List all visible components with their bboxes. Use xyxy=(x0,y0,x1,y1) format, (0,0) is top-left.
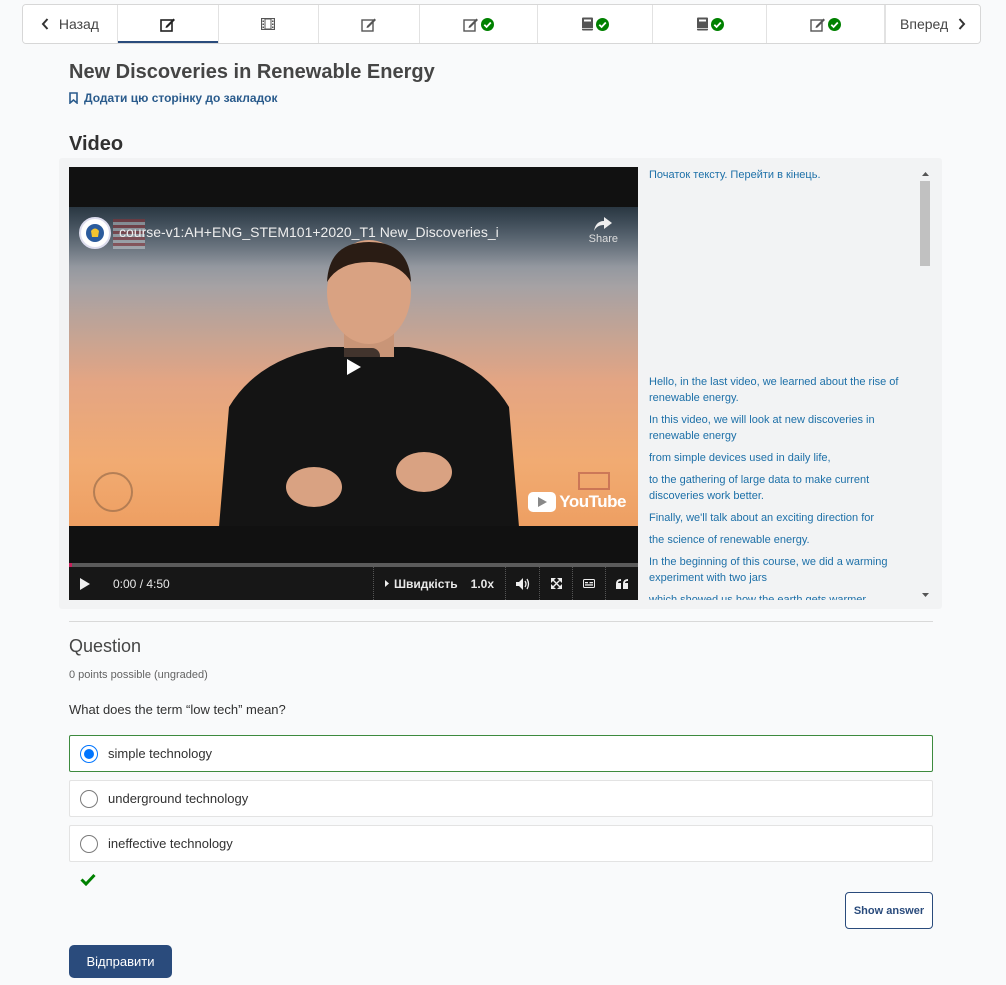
scrollbar-thumb[interactable] xyxy=(920,181,930,266)
scroll-up-arrow-icon[interactable] xyxy=(920,169,930,179)
speed-button[interactable]: Швидкість 1.0x xyxy=(373,567,505,600)
page-title: New Discoveries in Renewable Energy xyxy=(69,61,435,83)
speed-value: 1.0x xyxy=(470,576,495,591)
transcript-toggle-button[interactable] xyxy=(605,567,638,600)
choice-ineffective-technology[interactable]: ineffective technology xyxy=(69,825,933,862)
speed-label: Швидкість xyxy=(393,576,458,591)
sequence-nav: Назад Вперед xyxy=(22,4,981,44)
unit-tab-5[interactable] xyxy=(538,5,653,43)
video-player[interactable]: course-v1:AH+ENG_STEM101+2020_T1 New_Dis… xyxy=(69,167,638,600)
choice-label: ineffective technology xyxy=(108,836,233,851)
unit-tab-2[interactable] xyxy=(219,5,320,43)
check-circle-icon xyxy=(481,17,495,31)
caret-right-icon xyxy=(384,580,389,587)
question-title: Question xyxy=(69,636,142,656)
closed-captions-icon xyxy=(583,579,595,588)
transcript-line[interactable]: In the beginning of this course, we did … xyxy=(649,554,911,586)
edit-icon xyxy=(361,18,377,32)
bookmark-label: Додати цю сторінку до закладок xyxy=(84,91,278,105)
book-icon xyxy=(581,17,593,31)
radio-button[interactable] xyxy=(80,744,98,763)
choice-simple-technology[interactable]: simple technology xyxy=(69,735,933,772)
video-section-title: Video xyxy=(69,133,124,155)
transcript-line[interactable]: the science of renewable energy. xyxy=(649,532,911,548)
fullscreen-icon xyxy=(550,578,562,589)
transcript-skip-link[interactable]: Початок тексту. Перейти в кінець. xyxy=(649,167,821,183)
play-icon xyxy=(346,358,361,375)
edit-icon xyxy=(463,18,479,32)
choice-underground-technology[interactable]: underground technology xyxy=(69,780,933,817)
unit-tab-1[interactable] xyxy=(117,5,219,43)
unit-tab-4[interactable] xyxy=(420,5,538,43)
share-label: Share xyxy=(588,233,618,245)
transcript-scrollbar[interactable] xyxy=(916,167,930,600)
transcript-line[interactable]: from simple devices used in daily life, xyxy=(649,450,911,466)
question-prompt: What does the term “low tech” mean? xyxy=(69,702,286,717)
chevron-right-icon xyxy=(958,18,966,30)
quote-icon xyxy=(616,578,628,589)
transcript-line[interactable]: In this video, we will look at new disco… xyxy=(649,412,911,444)
transcript-lines: Hello, in the last video, we learned abo… xyxy=(649,374,911,600)
share-button[interactable]: Share xyxy=(589,217,618,245)
time-display: 0:00 / 4:50 xyxy=(113,576,170,591)
video-block: course-v1:AH+ENG_STEM101+2020_T1 New_Dis… xyxy=(59,158,942,609)
check-circle-icon xyxy=(710,17,724,31)
radio-button[interactable] xyxy=(80,834,98,853)
video-controls: 0:00 / 4:50 Швидкість 1.0x xyxy=(69,567,638,600)
edit-icon xyxy=(810,18,826,32)
previous-button[interactable]: Назад xyxy=(23,5,118,43)
choice-label: simple technology xyxy=(108,746,213,761)
volume-button[interactable] xyxy=(505,567,539,600)
next-button[interactable]: Вперед xyxy=(885,5,980,43)
previous-label: Назад xyxy=(58,16,99,32)
youtube-play-icon xyxy=(537,497,547,507)
bookmark-icon xyxy=(69,92,78,104)
show-answer-button[interactable]: Show answer xyxy=(845,892,933,929)
youtube-logo[interactable]: YouTube xyxy=(528,492,626,512)
next-label: Вперед xyxy=(900,16,949,32)
fullscreen-button[interactable] xyxy=(539,567,572,600)
unit-tab-3[interactable] xyxy=(319,5,421,43)
bookmark-button[interactable]: Додати цю сторінку до закладок xyxy=(69,91,278,105)
video-frame[interactable]: course-v1:AH+ENG_STEM101+2020_T1 New_Dis… xyxy=(69,207,638,526)
film-icon xyxy=(261,18,276,30)
chevron-left-icon xyxy=(41,18,49,30)
transcript-line[interactable]: to the gathering of large data to make c… xyxy=(649,472,911,504)
transcript-line[interactable]: Hello, in the last video, we learned abo… xyxy=(649,374,911,406)
play-button[interactable] xyxy=(69,567,101,600)
play-icon xyxy=(80,577,90,590)
transcript-line[interactable]: which showed us how the earth gets warme… xyxy=(649,592,911,600)
scroll-down-arrow-icon[interactable] xyxy=(920,590,930,600)
seal-watermark xyxy=(93,472,133,512)
book-icon xyxy=(696,17,708,31)
university-watermark xyxy=(578,472,610,490)
share-icon xyxy=(594,217,613,231)
check-circle-icon xyxy=(828,17,842,31)
youtube-label: YouTube xyxy=(559,492,626,511)
choice-label: underground technology xyxy=(108,791,249,806)
section-divider xyxy=(69,621,933,622)
big-play-button[interactable] xyxy=(327,348,380,385)
unit-tab-6[interactable] xyxy=(653,5,768,43)
edit-icon xyxy=(159,18,175,32)
transcript-line[interactable]: Finally, we'll talk about an exciting di… xyxy=(649,510,911,526)
channel-avatar[interactable] xyxy=(79,217,111,249)
submit-button[interactable]: Відправити xyxy=(69,945,172,978)
transcript-panel: Початок тексту. Перейти в кінець. Hello,… xyxy=(649,167,923,600)
check-circle-icon xyxy=(595,17,609,31)
checkmark-icon xyxy=(80,873,96,886)
question-points: 0 points possible (ungraded) xyxy=(69,669,208,681)
volume-icon xyxy=(515,577,529,590)
radio-button[interactable] xyxy=(80,789,98,808)
unit-tab-7[interactable] xyxy=(767,5,886,43)
captions-button[interactable] xyxy=(572,567,605,600)
